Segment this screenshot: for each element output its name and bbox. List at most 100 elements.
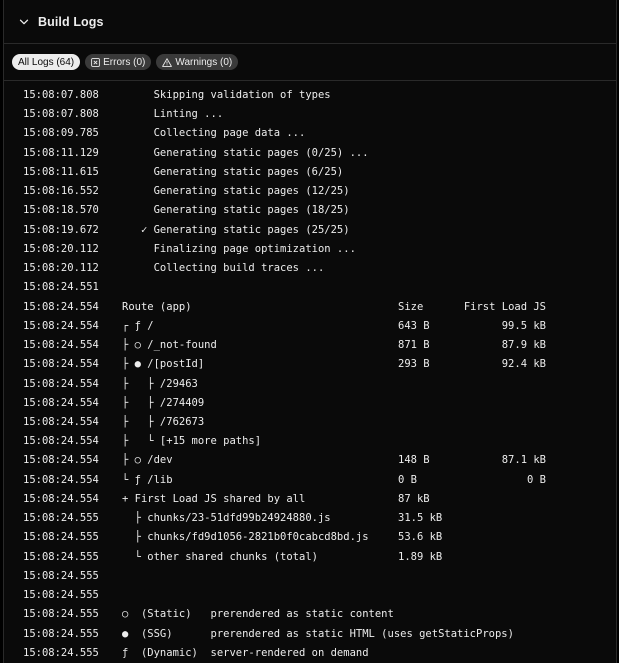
log-line: 15:08:24.554 ├ ○ /dev 148 B 87.1 kB <box>4 451 616 470</box>
filter-errors[interactable]: Errors (0) <box>85 54 152 70</box>
log-timestamp: 15:08:24.554 <box>23 377 99 390</box>
build-logs-header[interactable]: Build Logs <box>4 0 616 44</box>
log-message: ├ ○ /dev <box>122 454 173 467</box>
log-timestamp: 15:08:24.554 <box>23 358 99 371</box>
build-logs-title: Build Logs <box>38 14 104 29</box>
log-line: 15:08:24.554 ┌ ƒ / 643 B 99.5 kB <box>4 317 616 336</box>
route-size: 53.6 kB <box>398 531 443 544</box>
log-timestamp: 15:08:24.554 <box>23 415 99 428</box>
log-message: Linting ... <box>122 108 224 121</box>
log-timestamp: 15:08:24.555 <box>23 512 99 525</box>
log-line: 15:08:20.112 Collecting build traces ... <box>4 259 616 278</box>
log-line: 15:08:24.555 ƒ (Dynamic) server-rendered … <box>4 644 616 663</box>
log-message: Generating static pages (6/25) <box>122 165 344 178</box>
filter-all-logs-label: All Logs (64) <box>18 56 75 68</box>
log-line: 15:08:24.554 ├ ├ /29463 <box>4 375 616 394</box>
log-line: 15:08:19.672 ✓ Generating static pages (… <box>4 221 616 240</box>
log-line: 15:08:24.554 ├ └ [+15 more paths] <box>4 432 616 451</box>
log-timestamp: 15:08:24.551 <box>23 281 99 294</box>
log-line: 15:08:11.129 Generating static pages (0/… <box>4 144 616 163</box>
log-timestamp: 15:08:11.615 <box>23 165 99 178</box>
log-line: 15:08:24.555 <box>4 567 616 586</box>
log-timestamp: 15:08:24.555 <box>23 550 99 563</box>
log-timestamp: 15:08:24.554 <box>23 454 99 467</box>
log-line: 15:08:09.785 Collecting page data ... <box>4 124 616 143</box>
log-timestamp: 15:08:24.554 <box>23 473 99 486</box>
route-size: 148 B <box>398 454 430 467</box>
log-timestamp: 15:08:20.112 <box>23 262 99 275</box>
log-timestamp: 15:08:16.552 <box>23 185 99 198</box>
route-size: 643 B <box>398 319 430 332</box>
log-message: ├ ├ /762673 <box>122 415 205 428</box>
log-line: 15:08:24.554 ├ ├ /274409 <box>4 394 616 413</box>
log-message: ✓ Generating static pages (25/25) <box>122 223 350 236</box>
log-message: └ ƒ /lib <box>122 473 173 486</box>
log-line: 15:08:24.554 Route (app) Size First Load JS <box>4 298 616 317</box>
log-timestamp: 15:08:24.555 <box>23 531 99 544</box>
log-line: 15:08:24.551 <box>4 278 616 297</box>
log-line: 15:08:24.554 ├ ├ /762673 <box>4 413 616 432</box>
log-timestamp: 15:08:24.554 <box>23 300 99 313</box>
log-line: 15:08:24.554 ├ ● /[postId] 293 B 92.4 kB <box>4 355 616 374</box>
log-line: 15:08:24.555 └ other shared chunks (tota… <box>4 548 616 567</box>
log-message: Skipping validation of types <box>122 89 331 101</box>
log-message: Collecting page data ... <box>122 127 306 140</box>
route-first-load-js: 87.1 kB <box>501 454 546 467</box>
log-message: ├ ○ /_not-found <box>122 339 217 352</box>
route-size: 31.5 kB <box>398 512 443 525</box>
log-timestamp: 15:08:24.554 <box>23 339 99 352</box>
log-message: Route (app) <box>122 300 192 313</box>
log-timestamp: 15:08:11.129 <box>23 146 99 159</box>
route-size: 293 B <box>398 358 430 371</box>
log-message: Generating static pages (12/25) <box>122 185 350 198</box>
log-line: 15:08:24.555 ├ chunks/fd9d1056-2821b0f0c… <box>4 528 616 547</box>
log-filter-bar: All Logs (64) Errors (0) Warnings (0) <box>4 44 616 81</box>
log-output: 15:08:07.808 Skipping validation of type… <box>4 86 616 663</box>
log-line: 15:08:24.555 ○ (Static) prerendered as st… <box>4 605 616 624</box>
log-line: 15:08:24.554 └ ƒ /lib 0 B 0 B <box>4 471 616 490</box>
log-line: 15:08:18.570 Generating static pages (18… <box>4 201 616 220</box>
log-timestamp: 15:08:24.555 <box>23 569 99 582</box>
log-message: ● (SSG) prerendered as static HTML (uses… <box>122 627 514 640</box>
filter-warnings[interactable]: Warnings (0) <box>156 54 239 70</box>
log-line: 15:08:07.808 Linting ... <box>4 105 616 124</box>
log-message: + First Load JS shared by all <box>122 492 306 505</box>
warning-triangle-icon <box>162 57 173 67</box>
log-timestamp: 15:08:20.112 <box>23 242 99 255</box>
log-line: 15:08:16.552 Generating static pages (12… <box>4 182 616 201</box>
log-line: 15:08:24.555 ● (SSG) prerendered as stati… <box>4 625 616 644</box>
route-first-load-js: 99.5 kB <box>501 319 546 332</box>
log-message: ├ ● /[postId] <box>122 358 205 371</box>
log-line: 15:08:24.554 + First Load JS shared by al… <box>4 490 616 509</box>
log-timestamp: 15:08:07.808 <box>23 108 99 121</box>
log-message: Generating static pages (18/25) <box>122 204 350 217</box>
log-timestamp: 15:08:09.785 <box>23 127 99 140</box>
log-message: ┌ ƒ / <box>122 319 154 332</box>
log-timestamp: 15:08:24.555 <box>23 589 99 602</box>
log-message: ├ ├ /29463 <box>122 377 198 390</box>
log-timestamp: 15:08:18.570 <box>23 204 99 217</box>
log-timestamp: 15:08:24.554 <box>23 435 99 448</box>
log-line: 15:08:11.615 Generating static pages (6/… <box>4 163 616 182</box>
log-line: 15:08:20.112 Finalizing page optimizatio… <box>4 240 616 259</box>
route-size: 87 kB <box>398 492 430 505</box>
log-line: 15:08:24.555 ├ chunks/23-51dfd99b2492488… <box>4 509 616 528</box>
log-message: Generating static pages (0/25) ... <box>122 146 369 159</box>
route-first-load-js: First Load JS <box>463 300 546 313</box>
log-timestamp: 15:08:24.555 <box>23 608 99 621</box>
log-line: 15:08:24.555 <box>4 586 616 605</box>
log-message: ├ ├ /274409 <box>122 396 205 409</box>
filter-errors-label: Errors (0) <box>103 56 146 68</box>
route-size: Size <box>398 300 424 313</box>
log-message: └ other shared chunks (total) <box>122 550 318 563</box>
route-size: 1.89 kB <box>398 550 443 563</box>
log-line: 15:08:07.808 Skipping validation of type… <box>4 86 616 105</box>
route-first-load-js: 87.9 kB <box>501 339 546 352</box>
route-size: 0 B <box>398 473 417 486</box>
chevron-down-icon[interactable] <box>18 16 30 28</box>
log-timestamp: 15:08:24.555 <box>23 627 99 640</box>
log-timestamp: 15:08:24.555 <box>23 646 99 659</box>
error-square-icon <box>91 57 100 67</box>
filter-all-logs[interactable]: All Logs (64) <box>12 54 81 70</box>
log-message: Collecting build traces ... <box>122 262 325 275</box>
